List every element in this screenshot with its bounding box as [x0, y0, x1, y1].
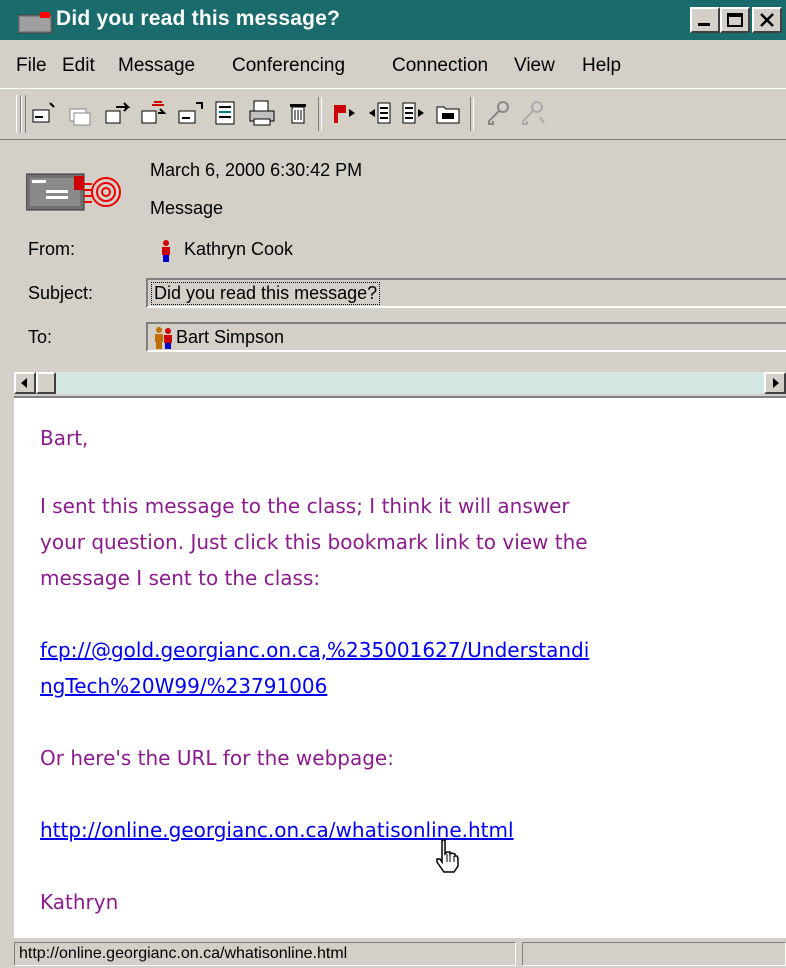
menu-help[interactable]: Help	[582, 55, 621, 77]
from-name[interactable]: Kathryn Cook	[184, 239, 293, 260]
minimize-button[interactable]	[690, 7, 720, 33]
scroll-right-icon	[773, 378, 779, 388]
previous-icon[interactable]	[366, 99, 394, 127]
key-disabled-icon	[522, 101, 545, 125]
people-icon	[155, 327, 172, 349]
body-line-2: your question. Just click this bookmark …	[40, 530, 588, 554]
message-window: Did you read this message? File Edit Mes…	[0, 0, 786, 968]
message-body[interactable]: Bart, I sent this message to the class; …	[14, 396, 786, 938]
status-text: http://online.georgianc.on.ca/whatisonli…	[19, 945, 348, 962]
body-line-4: Or here's the URL for the webpage:	[40, 746, 394, 770]
window-title: Did you read this message?	[56, 7, 341, 30]
subject-text: Did you read this message?	[150, 282, 381, 305]
close-button[interactable]	[752, 7, 782, 33]
message-date: March 6, 2000 6:30:42 PM	[150, 160, 363, 180]
toolbar-grip-2	[21, 95, 26, 133]
envelope-stamp-icon	[26, 173, 121, 211]
toolbar-separator	[318, 97, 322, 131]
scroll-right-button[interactable]	[764, 372, 786, 394]
close-icon	[760, 13, 774, 27]
menu-conferencing[interactable]: Conferencing	[232, 55, 345, 77]
body-line-1: I sent this message to the class; I thin…	[40, 494, 570, 518]
horizontal-scrollbar[interactable]	[14, 372, 786, 394]
hand-cursor-icon	[436, 839, 459, 873]
message-type: Message	[150, 198, 224, 218]
minimize-icon	[698, 23, 710, 26]
menu-file[interactable]: File	[16, 55, 47, 77]
maximize-button[interactable]	[720, 7, 750, 33]
menu-edit[interactable]: Edit	[62, 55, 95, 77]
subject-label: Subject:	[28, 283, 94, 303]
open-folder-icon[interactable]	[434, 99, 462, 127]
scroll-left-icon	[21, 378, 27, 388]
status-pane-empty	[522, 942, 786, 966]
new-message-icon[interactable]	[176, 99, 204, 127]
reply-all-icon[interactable]	[66, 99, 94, 127]
scroll-left-button[interactable]	[14, 372, 36, 394]
bookmark-link-line-1[interactable]: fcp://@gold.georgianc.on.ca,%235001627/U…	[40, 638, 589, 662]
maximize-icon	[727, 13, 743, 27]
next-icon[interactable]	[400, 99, 428, 127]
message-window-icon	[18, 12, 53, 34]
to-field[interactable]: Bart Simpson	[146, 322, 786, 352]
print-preview-icon[interactable]	[212, 99, 240, 127]
scrollbar-thumb[interactable]	[36, 372, 56, 394]
forward-icon[interactable]	[104, 99, 132, 127]
key-icon[interactable]	[484, 99, 512, 127]
body-signature: Kathryn	[40, 890, 119, 914]
status-bar: http://online.georgianc.on.ca/whatisonli…	[14, 940, 786, 968]
subject-field[interactable]: Did you read this message?	[146, 278, 786, 308]
toolbar	[0, 88, 786, 140]
menu-message[interactable]: Message	[118, 55, 195, 77]
from-label: From:	[28, 239, 75, 259]
reply-icon[interactable]	[30, 99, 58, 127]
delete-icon[interactable]	[284, 99, 312, 127]
menu-connection[interactable]: Connection	[392, 55, 488, 77]
status-pane-url: http://online.georgianc.on.ca/whatisonli…	[14, 942, 516, 966]
title-bar[interactable]: Did you read this message?	[0, 0, 786, 40]
to-name[interactable]: Bart Simpson	[176, 327, 284, 348]
menu-view[interactable]: View	[514, 55, 555, 77]
body-greeting: Bart,	[40, 426, 89, 450]
to-label: To:	[28, 327, 53, 347]
body-line-3: message I sent to the class:	[40, 566, 321, 590]
forward-all-icon[interactable]	[140, 99, 168, 127]
bookmark-link-line-2[interactable]: ngTech%20W99/%23791006	[40, 674, 327, 698]
menu-bar: File Edit Message Conferencing Connectio…	[0, 46, 786, 80]
print-icon[interactable]	[248, 99, 276, 127]
toolbar-separator-2	[470, 97, 474, 131]
person-icon	[162, 240, 170, 262]
flag-icon[interactable]	[330, 99, 358, 127]
